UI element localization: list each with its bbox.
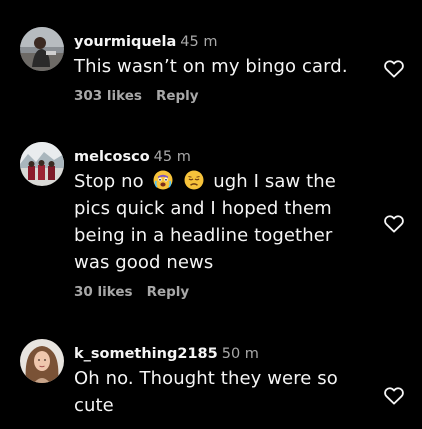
comment-meta: melcosco 45 m — [74, 146, 364, 166]
comment-actions: 30 likes Reply — [74, 284, 364, 300]
username[interactable]: yourmiquela — [74, 34, 176, 50]
previous-comment-fragment — [150, 0, 270, 8]
comment-meta: yourmiquela 45 m — [74, 31, 364, 51]
heart-outline-icon[interactable] — [383, 58, 405, 78]
reply-button[interactable]: Reply — [156, 88, 199, 104]
disappointed-face-emoji — [184, 170, 204, 190]
comment-text: Stop no ugh I saw the pics quick and I h… — [74, 168, 364, 276]
comment-text-segment: was good news — [74, 252, 214, 273]
avatar[interactable] — [20, 27, 64, 71]
comment-body: k_something2185 50 m Oh no. Thought they … — [74, 343, 364, 419]
comment-body: yourmiquela 45 m This wasn’t on my bingo … — [74, 31, 364, 104]
comment-text-segment: ugh I saw the — [213, 171, 336, 192]
comment-meta: k_something2185 50 m — [74, 343, 364, 363]
heart-outline-icon[interactable] — [383, 213, 405, 233]
username[interactable]: k_something2185 — [74, 346, 218, 362]
username[interactable]: melcosco — [74, 149, 150, 165]
timestamp: 50 m — [221, 346, 259, 362]
avatar[interactable] — [20, 339, 64, 383]
comment-actions: 303 likes Reply — [74, 88, 364, 104]
comment-text-line: Oh no. Thought they were so — [74, 368, 338, 389]
comment-text-segment: Stop no — [74, 171, 144, 192]
reply-button[interactable]: Reply — [147, 284, 190, 300]
likes-count[interactable]: 30 likes — [74, 284, 133, 300]
comment-text-line: cute — [74, 395, 114, 416]
avatar[interactable] — [20, 142, 64, 186]
comment-body: melcosco 45 m Stop no ugh I saw the pics… — [74, 146, 364, 300]
comment-text: This wasn’t on my bingo card. — [74, 56, 348, 77]
timestamp: 45 m — [180, 34, 218, 50]
likes-count[interactable]: 303 likes — [74, 88, 142, 104]
comment-text-segment: pics quick and I hoped them — [74, 198, 332, 219]
loudly-crying-face-emoji — [153, 170, 173, 190]
comment-text: Oh no. Thought they were so cute — [74, 365, 364, 419]
heart-outline-icon[interactable] — [383, 385, 405, 405]
timestamp: 45 m — [153, 149, 191, 165]
comment-text-segment: being in a headline together — [74, 225, 333, 246]
